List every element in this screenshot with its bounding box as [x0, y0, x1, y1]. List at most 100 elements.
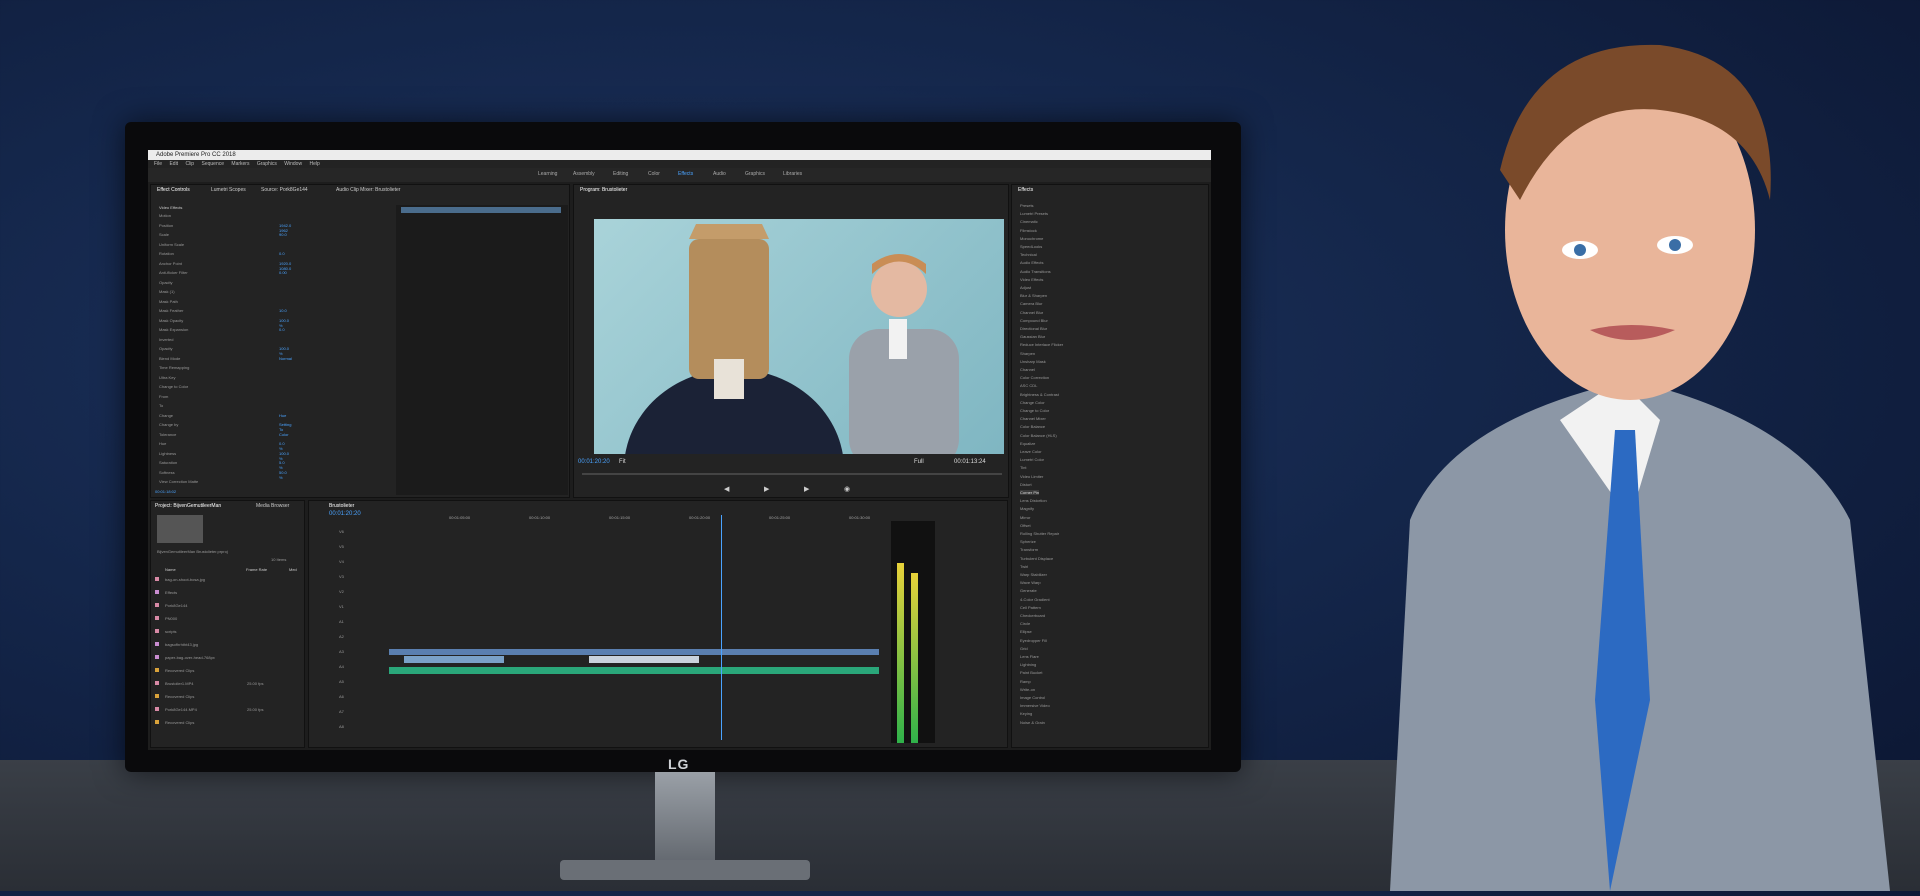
- menu-graphics[interactable]: Graphics: [257, 161, 277, 167]
- menu-markers[interactable]: Markers: [231, 161, 249, 167]
- effects-list-item[interactable]: Cell Pattern: [1020, 605, 1041, 610]
- effect-control-row[interactable]: Mask Expansion 0.0: [159, 327, 285, 332]
- workspace-effects[interactable]: Effects: [678, 171, 693, 177]
- effects-list-item[interactable]: SpeedLooks: [1020, 244, 1042, 249]
- export-frame-icon[interactable]: ◉: [844, 485, 850, 493]
- track-header[interactable]: V1: [339, 604, 344, 609]
- effects-list-item[interactable]: Mirror: [1020, 515, 1030, 520]
- effects-list-item[interactable]: Lumetri Color: [1020, 457, 1044, 462]
- track-header[interactable]: A2: [339, 634, 344, 639]
- effects-list-item[interactable]: Tint: [1020, 465, 1027, 470]
- effect-control-row[interactable]: To: [159, 403, 163, 408]
- effect-control-row[interactable]: Lightness 100.0 %: [159, 451, 289, 461]
- quality-dropdown[interactable]: Full: [914, 459, 924, 465]
- effects-list-item[interactable]: ASC CDL: [1020, 383, 1037, 388]
- effect-control-row[interactable]: Opacity: [159, 280, 173, 285]
- effects-list-item[interactable]: Video Effects: [1020, 277, 1043, 282]
- track-header[interactable]: V2: [339, 589, 344, 594]
- effect-control-row[interactable]: Inverted: [159, 337, 173, 342]
- timeline-ruler[interactable]: 00:01:05:00 00:01:10:00 00:01:15:00 00:01:2…: [389, 515, 879, 523]
- effect-control-value[interactable]: 5.0 %: [279, 460, 285, 470]
- effect-control-value[interactable]: 0.0: [279, 327, 285, 332]
- effect-control-row[interactable]: Ultra Key: [159, 375, 175, 380]
- effects-list-item[interactable]: Lens Distortion: [1020, 498, 1047, 503]
- play-icon[interactable]: ▶: [764, 485, 769, 493]
- program-scrubber[interactable]: [582, 473, 1002, 475]
- effects-list-item[interactable]: Cinematic: [1020, 219, 1038, 224]
- effect-control-row[interactable]: Mask Opacity 100.0 %: [159, 318, 289, 328]
- effects-list-item[interactable]: Camera Blur: [1020, 301, 1042, 306]
- effects-list-item[interactable]: Ellipse: [1020, 629, 1032, 634]
- effects-list-item[interactable]: Compound Blur: [1020, 318, 1048, 323]
- effects-list-item[interactable]: Lightning: [1020, 662, 1036, 667]
- timeline-tab[interactable]: Brustolieter: [329, 503, 354, 509]
- effect-control-row[interactable]: Change Hue: [159, 413, 286, 418]
- project-item[interactable]: Pork8Ge144.MP4 25.00 fps: [155, 707, 303, 712]
- video-clip-v1[interactable]: [389, 649, 879, 655]
- workspace-learning[interactable]: Learning: [538, 171, 557, 177]
- effect-control-value[interactable]: 10.0: [279, 308, 287, 313]
- effects-list-item[interactable]: Corner Pin: [1020, 490, 1040, 495]
- track-header[interactable]: V6: [339, 529, 344, 534]
- project-item[interactable]: scripts: [155, 629, 303, 634]
- effects-list-item[interactable]: Transform: [1020, 547, 1038, 552]
- effect-control-value[interactable]: 0.00: [279, 270, 287, 275]
- project-item[interactable]: paper-bag-over-head-768px: [155, 655, 303, 660]
- effect-control-value[interactable]: 0.0: [279, 251, 285, 256]
- video-clip-selected[interactable]: [589, 656, 699, 663]
- column-media[interactable]: Med: [289, 567, 297, 572]
- effects-list-item[interactable]: Circle: [1020, 621, 1030, 626]
- fit-dropdown[interactable]: Fit: [619, 459, 626, 465]
- effects-list-item[interactable]: Channel: [1020, 367, 1035, 372]
- effect-control-row[interactable]: Time Remapping: [159, 365, 189, 370]
- effects-list-item[interactable]: Distort: [1020, 482, 1032, 487]
- effect-control-row[interactable]: Softness 50.0 %: [159, 470, 287, 480]
- effects-list-item[interactable]: Grid: [1020, 646, 1028, 651]
- track-header[interactable]: V3: [339, 574, 344, 579]
- tab-audio-clip-mixer[interactable]: Audio Clip Mixer: Brustolieter: [336, 187, 400, 193]
- menu-window[interactable]: Window: [284, 161, 302, 167]
- effects-list-item[interactable]: Write-on: [1020, 687, 1035, 692]
- effects-list-item[interactable]: Sharpen: [1020, 351, 1035, 356]
- effects-list-item[interactable]: Change to Color: [1020, 408, 1049, 413]
- effects-list-item[interactable]: Technical: [1020, 252, 1037, 257]
- effect-control-value[interactable]: Normal: [279, 356, 292, 361]
- effect-control-row[interactable]: Mask Feather 10.0: [159, 308, 287, 313]
- effects-list-item[interactable]: Brightness & Contrast: [1020, 392, 1059, 397]
- track-header[interactable]: A7: [339, 709, 344, 714]
- step-back-icon[interactable]: ◀: [724, 485, 729, 493]
- effects-list-item[interactable]: Noise & Grain: [1020, 720, 1045, 725]
- effect-control-value[interactable]: Hue: [279, 413, 286, 418]
- tab-media-browser[interactable]: Media Browser: [256, 503, 289, 509]
- effect-control-row[interactable]: Mask (1): [159, 289, 175, 294]
- effect-control-row[interactable]: Scale 90.0: [159, 232, 287, 237]
- keyframe-area[interactable]: [396, 205, 568, 495]
- effects-list-item[interactable]: Color Balance (HLS): [1020, 433, 1057, 438]
- effects-list-item[interactable]: Lens Flare: [1020, 654, 1039, 659]
- track-header[interactable]: A5: [339, 679, 344, 684]
- audio-clip-a1[interactable]: [389, 667, 879, 674]
- effects-list-item[interactable]: Monochrome: [1020, 236, 1043, 241]
- effect-control-row[interactable]: Motion: [159, 213, 171, 218]
- effect-control-value[interactable]: 90.0: [279, 232, 287, 237]
- effect-control-row[interactable]: Opacity 100.0 %: [159, 346, 289, 356]
- effects-list-item[interactable]: Equalize: [1020, 441, 1035, 446]
- effects-list-item[interactable]: Change Color: [1020, 400, 1045, 405]
- column-frame-rate[interactable]: Frame Rate: [246, 567, 267, 572]
- effect-control-row[interactable]: Rotation 0.0: [159, 251, 285, 256]
- effects-list-item[interactable]: Channel Blur: [1020, 310, 1043, 315]
- effect-control-row[interactable]: Saturation 5.0 %: [159, 460, 285, 470]
- effects-list-item[interactable]: Color Correction: [1020, 375, 1049, 380]
- workspace-libraries[interactable]: Libraries: [783, 171, 802, 177]
- project-item[interactable]: Pork8Ge144: [155, 603, 303, 608]
- effect-control-value[interactable]: 100.0 %: [279, 346, 289, 356]
- effects-list-item[interactable]: 4-Color Gradient: [1020, 597, 1050, 602]
- tab-project[interactable]: Project: BijvenGemutileerMan: [155, 503, 221, 509]
- effects-list-item[interactable]: Video Limiter: [1020, 474, 1043, 479]
- effect-control-row[interactable]: Position 1942.0 1962: [159, 223, 291, 233]
- effect-control-value[interactable]: 50.0 %: [279, 470, 287, 480]
- project-item[interactable]: bagsofhrhtht43.jpg: [155, 642, 303, 647]
- project-item[interactable]: Recovered Clips: [155, 694, 303, 699]
- effects-list-item[interactable]: Eyedropper Fill: [1020, 638, 1047, 643]
- menu-edit[interactable]: Edit: [169, 161, 178, 167]
